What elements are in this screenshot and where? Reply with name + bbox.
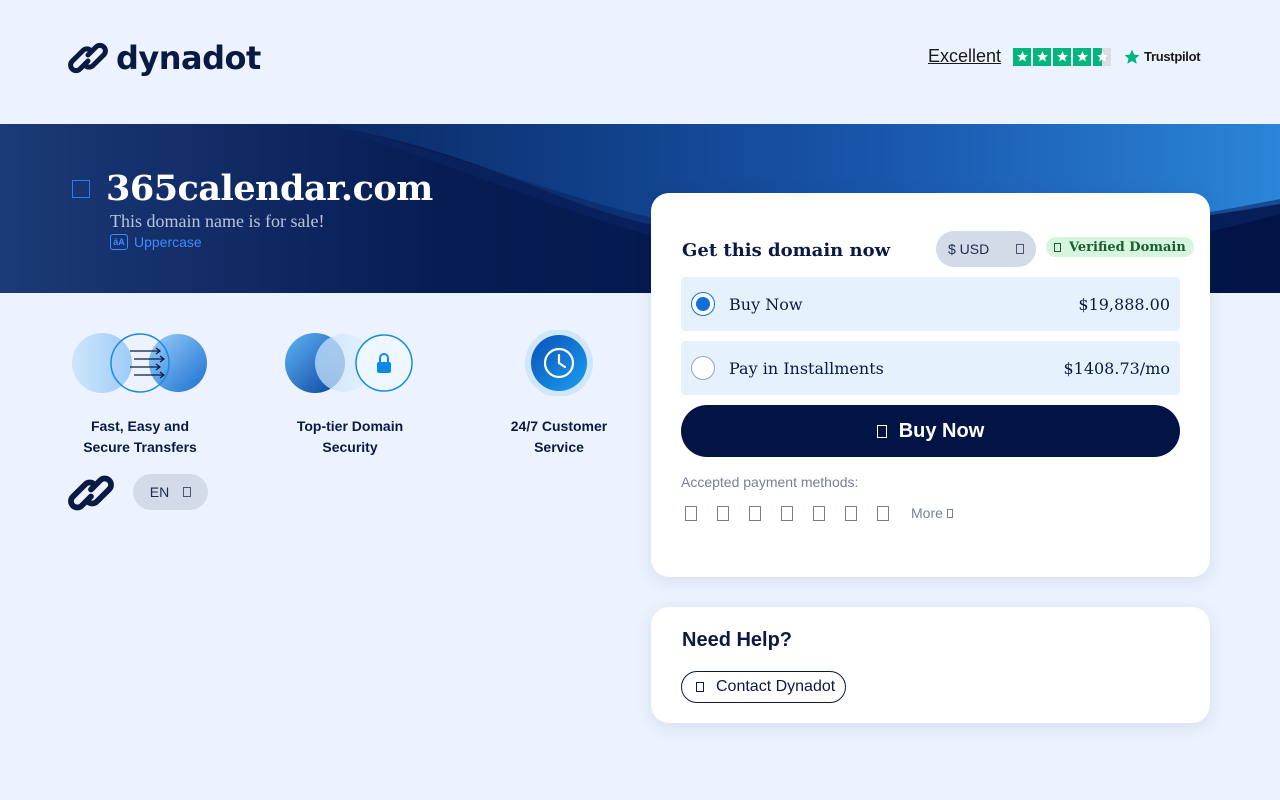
currency-selector[interactable]: $ USD: [936, 231, 1036, 267]
help-title: Need Help?: [682, 629, 793, 651]
chevron-down-icon: [1016, 244, 1024, 254]
chevron-down-icon: [183, 487, 192, 497]
feature-label-line1: Fast, Easy and: [90, 418, 190, 434]
language-selector[interactable]: EN: [133, 474, 208, 510]
trustpilot-star-icon: [1124, 49, 1140, 64]
star-icon: [1073, 47, 1092, 66]
domain-icon: [72, 179, 90, 198]
contact-label: Contact Dynadot: [716, 678, 836, 695]
transfer-arrows-icon: [72, 333, 207, 393]
clock-icon: [525, 329, 593, 397]
option-label: Pay in Installments: [729, 358, 884, 378]
site-header: dynadot Excellent Trustpilot: [0, 0, 1280, 124]
mastercard-icon: [717, 505, 729, 521]
visa-icon: [685, 505, 697, 521]
chat-icon: [696, 682, 704, 692]
language-value: EN: [149, 484, 170, 500]
feature-label-line2: Service: [534, 439, 584, 455]
lock-icon: [285, 333, 413, 393]
feature-label-line2: Security: [322, 439, 378, 455]
purchase-title: Get this domain now: [682, 240, 891, 261]
paypal-icon: [813, 505, 825, 521]
feature-security: Top-tier Domain Security: [270, 330, 430, 458]
option-price: $1408.73/mo: [1063, 358, 1170, 378]
trustpilot-logo: Trustpilot: [1123, 48, 1201, 66]
cart-icon: [876, 424, 887, 438]
footer-logo[interactable]: [68, 470, 114, 521]
feature-transfers: Fast, Easy and Secure Transfers: [60, 330, 220, 458]
option-price: $19,888.00: [1078, 294, 1170, 314]
buy-now-label: Buy Now: [898, 419, 985, 442]
check-shield-icon: [1054, 242, 1061, 252]
contact-button[interactable]: Contact Dynadot: [681, 671, 847, 703]
rating-label[interactable]: Excellent: [928, 46, 1001, 67]
uppercase-label: Uppercase: [134, 234, 202, 250]
verified-badge: Verified Domain: [1046, 237, 1194, 257]
feature-label-line1: Top-tier Domain: [296, 418, 404, 434]
chevron-down-icon: [946, 508, 953, 518]
star-icon: [1053, 47, 1072, 66]
text-case-icon: āA: [110, 234, 128, 250]
half-star-icon: [1093, 47, 1112, 66]
verified-label: Verified Domain: [1069, 239, 1186, 255]
feature-label-line2: Secure Transfers: [83, 439, 197, 455]
domain-info: 365calendar.com This domain name is for …: [72, 168, 433, 250]
option-label: Buy Now: [729, 294, 803, 314]
dynadot-logo[interactable]: dynadot: [68, 38, 261, 78]
trustpilot-label: Trustpilot: [1144, 49, 1201, 64]
brand-name: dynadot: [116, 39, 261, 77]
star-icon: [1033, 47, 1052, 66]
domain-name: 365calendar.com: [106, 168, 433, 209]
discover-icon: [781, 505, 793, 521]
amex-icon: [749, 505, 761, 521]
currency-value: $ USD: [948, 241, 990, 257]
buy-now-button[interactable]: Buy Now: [681, 405, 1180, 457]
chain-link-icon: [68, 475, 114, 511]
bitcoin-icon: [877, 505, 889, 521]
option-buy-now[interactable]: Buy Now $19,888.00: [681, 277, 1180, 331]
trustpilot-rating[interactable]: Excellent Trustpilot: [928, 46, 1201, 67]
more-label: More: [911, 505, 943, 521]
help-card: Need Help? Contact Dynadot: [651, 607, 1210, 723]
radio-selected[interactable]: [691, 292, 715, 316]
more-payment-methods[interactable]: More: [911, 505, 953, 521]
alipay-icon: [845, 505, 857, 521]
option-installments[interactable]: Pay in Installments $1408.73/mo: [681, 341, 1180, 395]
chain-link-icon: [68, 42, 108, 74]
for-sale-subtitle: This domain name is for sale!: [110, 211, 325, 231]
uppercase-toggle[interactable]: āA Uppercase: [110, 234, 433, 250]
feature-label-line1: 24/7 Customer: [510, 418, 608, 434]
payment-methods: More: [685, 505, 953, 521]
rating-stars: [1013, 47, 1112, 66]
purchase-card: Get this domain now $ USD Verified Domai…: [651, 193, 1210, 577]
payment-methods-label: Accepted payment methods:: [681, 474, 859, 490]
star-icon: [1013, 47, 1032, 66]
radio-unselected[interactable]: [691, 356, 715, 380]
feature-support: 24/7 Customer Service: [479, 329, 639, 458]
